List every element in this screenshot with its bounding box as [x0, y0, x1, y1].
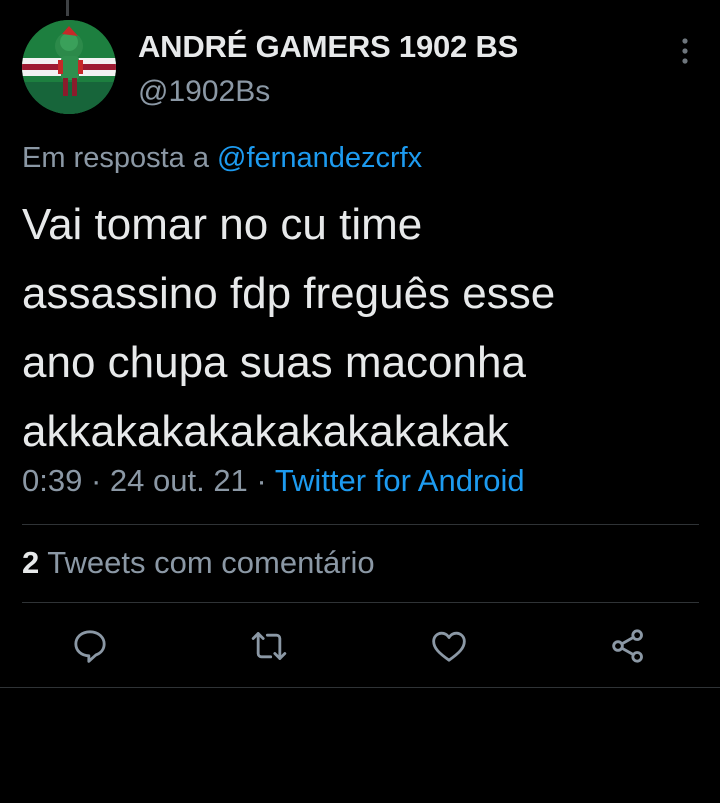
- meta-separator: ·: [247, 463, 275, 498]
- divider: [22, 524, 699, 525]
- meta-separator: ·: [82, 463, 110, 498]
- like-icon: [432, 631, 466, 662]
- reply-button[interactable]: [70, 626, 110, 666]
- quote-count: 2: [22, 545, 40, 580]
- more-options-button[interactable]: [672, 36, 698, 66]
- tweet-text-line: Vai tomar no cu time: [22, 200, 423, 249]
- reply-icon: [74, 630, 106, 663]
- quote-tweets-link[interactable]: 2 Tweets com comentário: [22, 545, 375, 581]
- divider: [22, 602, 699, 603]
- share-button[interactable]: [608, 626, 648, 666]
- tweet-metadata: 0:39 · 24 out. 21 · Twitter for Android: [22, 463, 525, 499]
- retweet-icon: [251, 632, 287, 660]
- author-handle[interactable]: @1902Bs: [138, 75, 270, 109]
- thread-connector-line: [66, 0, 69, 16]
- author-display-name[interactable]: ANDRÉ GAMERS 1902 BS: [138, 29, 518, 65]
- tweet-date[interactable]: 24 out. 21: [110, 463, 248, 498]
- quote-label: Tweets com comentário: [39, 545, 375, 580]
- tweet-source-link[interactable]: Twitter for Android: [275, 463, 525, 498]
- tweet-text: Vai tomar no cu time assassino fdp fregu…: [22, 190, 682, 466]
- reply-prefix: Em resposta a: [22, 142, 218, 174]
- tweet-text-line: ano chupa suas maconha: [22, 338, 526, 387]
- reply-mention-link[interactable]: @fernandezcrfx: [217, 142, 422, 174]
- avatar[interactable]: [22, 20, 116, 114]
- tweet-time[interactable]: 0:39: [22, 463, 82, 498]
- retweet-button[interactable]: [249, 626, 289, 666]
- share-icon: [612, 629, 643, 663]
- avatar-image: [22, 20, 116, 114]
- tweet-text-line: assassino fdp freguês esse: [22, 269, 556, 318]
- divider: [0, 687, 720, 688]
- reply-context: Em resposta a @fernandezcrfx: [22, 142, 422, 175]
- tweet-text-line: akkakakakakakakakakak: [22, 407, 509, 456]
- like-button[interactable]: [429, 626, 469, 666]
- more-vertical-icon: [682, 38, 688, 64]
